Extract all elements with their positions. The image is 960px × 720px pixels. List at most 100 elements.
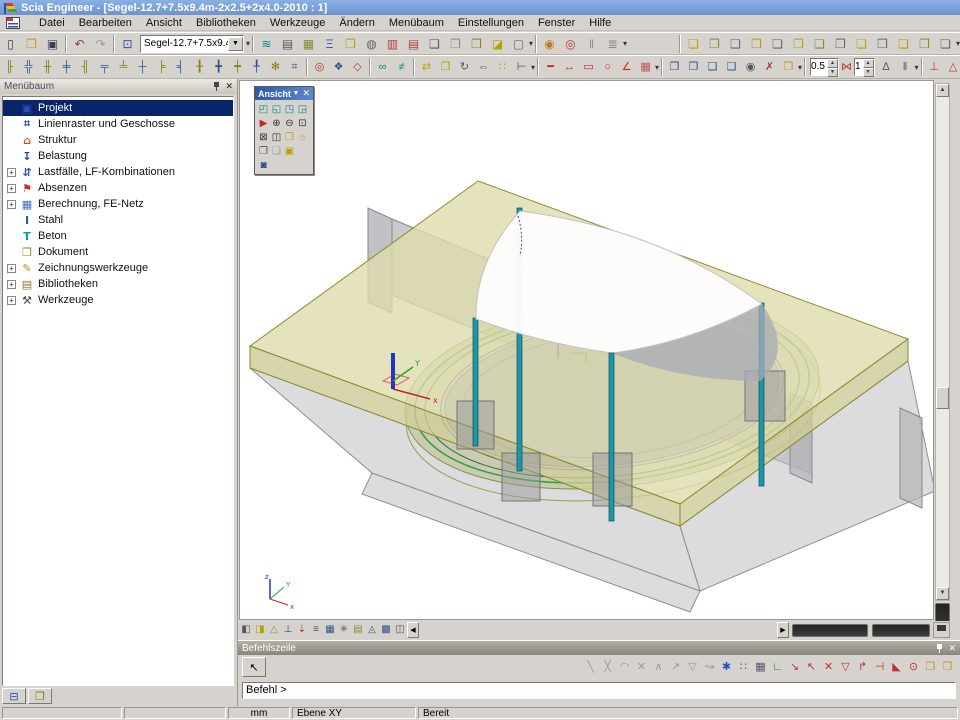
support-icon[interactable]: ⊥	[925, 57, 944, 77]
tree-item-lastfaelle[interactable]: + ⇵ Lastfälle, LF-Kombinationen	[3, 164, 233, 180]
window-layout-icon[interactable]: ❑	[725, 34, 746, 54]
intersection-snap-icon[interactable]: ✕	[820, 658, 837, 677]
internal-node-icon[interactable]: ╞	[152, 57, 171, 77]
paste-data-icon[interactable]: ❐	[684, 57, 703, 77]
menu-aendern[interactable]: Ändern	[332, 17, 381, 29]
endpoint-snap-icon[interactable]: ↘	[786, 658, 803, 677]
render-view-icon[interactable]: △	[267, 622, 281, 638]
select-by-workplane-icon[interactable]: ◇	[348, 57, 367, 77]
rectangle-icon[interactable]: ▭	[579, 57, 598, 77]
collapse-left-icon[interactable]: ◀	[407, 622, 419, 638]
calculation-protocol-icon[interactable]: ▦	[298, 34, 319, 54]
colors-palette-icon[interactable]: ◉	[539, 34, 560, 54]
expand-icon[interactable]: +	[7, 280, 16, 289]
spin-down-icon[interactable]: ▼	[827, 68, 838, 77]
zoom-search-icon[interactable]: ◎	[560, 34, 581, 54]
apply-scale-icon[interactable]: ⋈	[841, 57, 852, 77]
shaded-view-icon[interactable]: ◨	[253, 622, 267, 638]
zoom-all-icon[interactable]: ⊠	[257, 130, 270, 144]
zoom-out-icon[interactable]: ⊖	[283, 116, 296, 130]
tools-dropdown[interactable]: ▾	[623, 34, 627, 54]
menu-bibliotheken[interactable]: Bibliotheken	[189, 17, 263, 29]
tree-item-zeichnungswerkzeuge[interactable]: + ✎ Zeichnungswerkzeuge	[3, 260, 233, 276]
scroll-down-icon[interactable]: ▼	[936, 587, 949, 600]
save-project-icon[interactable]: ▣	[42, 34, 63, 54]
draw-dropdown[interactable]: ▾	[655, 57, 659, 77]
scale-dropdown[interactable]: ▾	[915, 57, 919, 77]
print-preview-icon[interactable]: ❒	[445, 34, 466, 54]
plate-icon[interactable]: ╪	[57, 57, 76, 77]
status-workplane[interactable]: Ebene XY	[292, 707, 416, 719]
open-project-icon[interactable]: ❒	[21, 34, 42, 54]
window-layout-icon[interactable]: ❐	[872, 34, 893, 54]
arc-center-snap-icon[interactable]: ⊙	[905, 658, 922, 677]
dot-grid-icon[interactable]: ∷	[735, 658, 752, 677]
tree-item-beton[interactable]: + T Beton	[3, 228, 233, 244]
percentage-snap-icon[interactable]: ↱	[854, 658, 871, 677]
tree-item-belastung[interactable]: + ↧ Belastung	[3, 148, 233, 164]
rotate-slider-horizontal[interactable]	[792, 624, 868, 637]
dimension-lines-icon[interactable]: ≡	[309, 622, 323, 638]
menu-werkzeuge[interactable]: Werkzeuge	[263, 17, 332, 29]
spin-down-icon[interactable]: ▼	[863, 68, 874, 77]
ansicht-palette-header[interactable]: Ansicht ▼ ✕	[255, 87, 313, 100]
zoom-in-icon[interactable]: ⊕	[270, 116, 283, 130]
expand-icon[interactable]: +	[7, 296, 16, 305]
snap-arc-icon[interactable]: ◠	[616, 658, 633, 677]
clipping-box-icon[interactable]: ▣	[283, 144, 296, 158]
zoom-selection-icon[interactable]: ◫	[270, 130, 283, 144]
snap-midline-icon[interactable]: ∧	[650, 658, 667, 677]
snap-perpendicular-icon[interactable]: ▽	[684, 658, 701, 677]
layout-dropdown[interactable]: ▾	[956, 34, 960, 54]
select-by-mouse-icon[interactable]: ◎	[310, 57, 329, 77]
pin-icon[interactable]	[935, 644, 944, 653]
expand-icon[interactable]: +	[7, 200, 16, 209]
tree-item-berechnung[interactable]: + ▦ Berechnung, FE-Netz	[3, 196, 233, 212]
expand-icon[interactable]: +	[7, 184, 16, 193]
truss-icon[interactable]: ✻	[266, 57, 285, 77]
close-icon[interactable]: ✕	[948, 644, 956, 653]
print-picture-icon[interactable]: ❑	[424, 34, 445, 54]
close-icon[interactable]: ✕	[225, 82, 233, 91]
levels-icon[interactable]: ≣	[602, 34, 623, 54]
view-xy-icon[interactable]: ◲	[296, 102, 309, 116]
ortho-icon[interactable]: ∟	[769, 658, 786, 677]
print-view-icon[interactable]: ❐	[257, 144, 270, 158]
dokument-tab[interactable]: ❒	[28, 688, 52, 704]
window-layout-icon[interactable]: ❏	[767, 34, 788, 54]
command-input[interactable]	[242, 682, 956, 699]
status-units[interactable]: mm	[228, 707, 290, 719]
table-icon[interactable]: ▦	[636, 57, 655, 77]
load-scale-spinner[interactable]: 0.5 ▲▼	[810, 58, 839, 76]
project-selector[interactable]: Segel-12.7+7.5x9.4m ▼	[140, 35, 244, 53]
mesh-display-icon[interactable]: ◬	[365, 622, 379, 638]
expand-icon[interactable]: +	[7, 264, 16, 273]
clipboard-picture-icon[interactable]: ❐	[340, 34, 361, 54]
scale-tool-icon[interactable]: ∆	[877, 57, 896, 77]
rib-icon[interactable]: ╡	[171, 57, 190, 77]
scroll-up-icon[interactable]: ▲	[936, 84, 949, 97]
zoom-window-icon[interactable]: ⊡	[296, 116, 309, 130]
move-icon[interactable]: ⇄	[417, 57, 436, 77]
paste-attributes-icon[interactable]: ❑	[722, 57, 741, 77]
snap-direction-icon[interactable]: ↗	[667, 658, 684, 677]
vertical-scrollbar[interactable]: ▲ ▼	[935, 83, 950, 601]
pin-icon[interactable]	[212, 82, 221, 91]
close-icon[interactable]: ✕	[302, 89, 310, 98]
connect-members-icon[interactable]: ∞	[373, 57, 392, 77]
open-view-icon[interactable]: ❒	[283, 130, 296, 144]
tree-item-bibliotheken[interactable]: + ▤ Bibliotheken	[3, 276, 233, 292]
document-window-icon[interactable]	[6, 16, 24, 29]
menu-datei[interactable]: Datei	[32, 17, 72, 29]
grid-point-icon[interactable]: ╟	[0, 57, 19, 77]
disconnect-members-icon[interactable]: ≠	[392, 57, 411, 77]
menu-ansicht[interactable]: Ansicht	[139, 17, 189, 29]
scale-settings-icon[interactable]: ‖	[896, 57, 915, 77]
project-dropdown[interactable]: ▾	[246, 34, 250, 54]
modify-dropdown[interactable]: ▾	[531, 57, 535, 77]
arbitrary-beam-icon[interactable]: ╂	[190, 57, 209, 77]
scroll-right-icon[interactable]: ▶	[777, 622, 789, 638]
window-layout-icon[interactable]: ❐	[788, 34, 809, 54]
zoom-slider-horizontal[interactable]	[872, 624, 930, 637]
copy-icon[interactable]: ❐	[436, 57, 455, 77]
